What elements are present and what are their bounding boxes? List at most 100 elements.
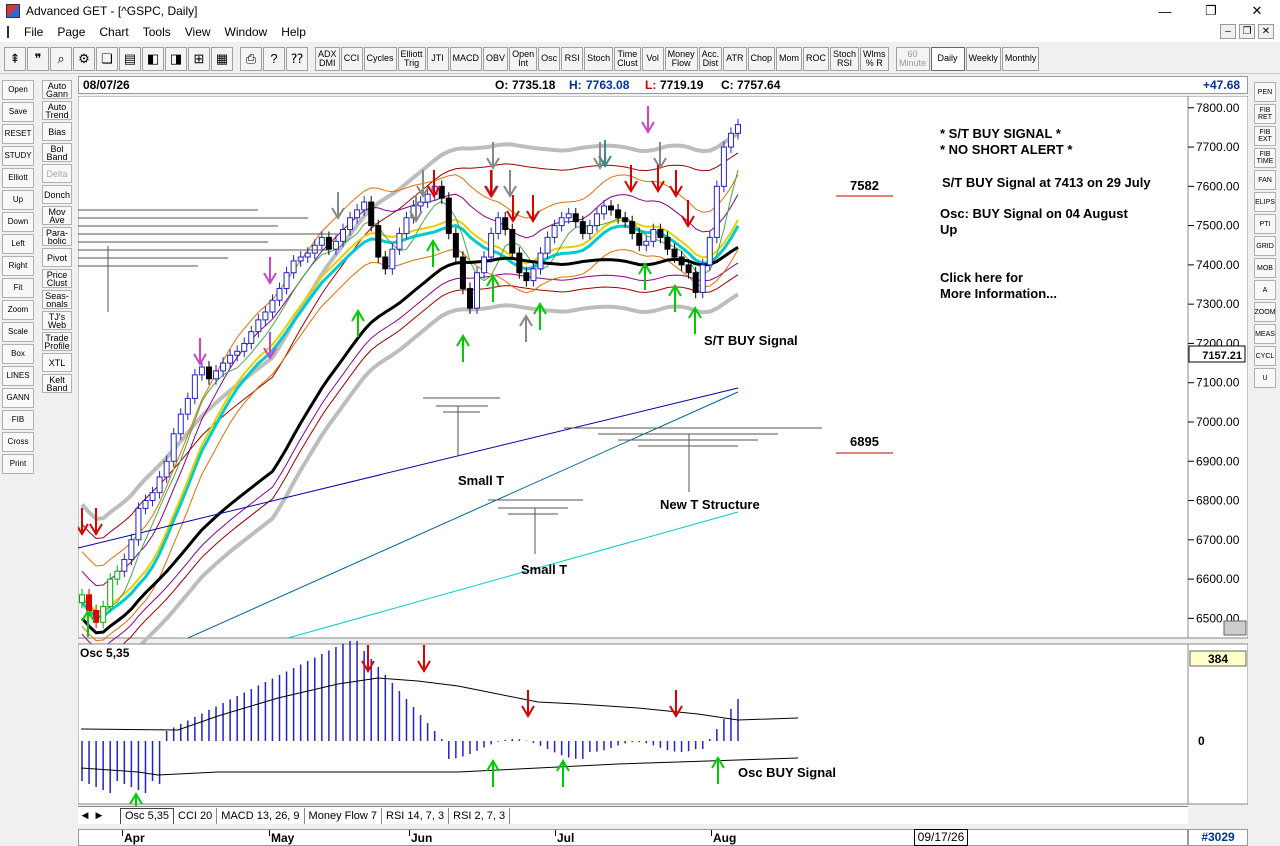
toolbar-study-3[interactable]: Elliott Trig [397,46,426,71]
forward-icon[interactable]: ◨ [165,46,187,71]
toolbar-study-13[interactable]: Money Flow [664,46,698,71]
timeframe-0[interactable]: 60 Minute [895,46,930,71]
right-tool-13[interactable]: U [1254,368,1276,388]
timeframe-2[interactable]: Weekly [965,46,1001,71]
menu-tools[interactable]: Tools [136,25,178,39]
study-button-10[interactable]: Seas- onals [42,290,72,309]
study-button-4[interactable]: Delta [42,164,72,183]
toolbar-study-4[interactable]: JTI [426,46,449,71]
study-button-8[interactable]: Pivot [42,248,72,267]
left-tool-5[interactable]: Up [2,190,34,210]
study-button-7[interactable]: Para- bolic [42,227,72,246]
menu-window[interactable]: Window [218,25,275,39]
toolbar-study-1[interactable]: CCI [340,46,363,71]
axis-scale-icon[interactable] [1223,620,1247,636]
right-tool-4[interactable]: FAN [1254,170,1276,190]
copy-icon[interactable]: ❏ [96,46,118,71]
study-button-6[interactable]: Mov Ave [42,206,72,225]
settings-icon[interactable]: ⚙ [73,46,95,71]
toolbar-study-7[interactable]: Open Int [509,46,538,71]
print-icon[interactable]: ⎙ [240,46,262,71]
left-tool-12[interactable]: Box [2,344,34,364]
chart-icon[interactable]: ▦ [211,46,233,71]
right-tool-5[interactable]: ELIPS [1254,192,1276,212]
left-tool-13[interactable]: LINES [2,366,34,386]
toolbar-study-0[interactable]: ADX DMI [315,46,340,71]
right-tool-6[interactable]: PTI [1254,214,1276,234]
menu-file[interactable]: File [0,25,50,39]
left-tool-14[interactable]: GANN [2,388,34,408]
toolbar-study-10[interactable]: Stoch [584,46,614,71]
toolbar-study-9[interactable]: RSI [561,46,584,71]
toolbar-study-20[interactable]: Wlms % R [860,46,889,71]
left-tool-4[interactable]: Elliott [2,168,34,188]
left-tool-3[interactable]: STUDY [2,146,34,166]
close-button[interactable]: ✕ [1234,0,1280,22]
right-tool-0[interactable]: PEN [1254,82,1276,102]
study-button-0[interactable]: Auto Gann [42,80,72,99]
mdi-close-button[interactable]: ✕ [1258,24,1274,39]
right-tool-1[interactable]: FIB RET [1254,104,1276,124]
more-info-link-2[interactable]: More Information... [940,286,1057,301]
menu-view[interactable]: View [178,25,218,39]
study-button-9[interactable]: Price Clust [42,269,72,288]
restore-button[interactable]: ❐ [1188,0,1234,22]
right-tool-12[interactable]: CYCL [1254,346,1276,366]
timeframe-3[interactable]: Monthly [1001,46,1040,71]
tab-scroll-left[interactable]: ◀ [78,810,92,821]
left-tool-9[interactable]: Fit [2,278,34,298]
tab-cci[interactable]: CCI 20 [174,807,218,824]
tab-osc[interactable]: Osc 5,35 [120,807,175,824]
toolbar-study-16[interactable]: Chop [747,46,776,71]
right-tool-8[interactable]: MOB [1254,258,1276,278]
toolbar-study-6[interactable]: OBV [483,46,509,71]
mdi-restore-button[interactable]: ❐ [1239,24,1255,39]
toolbar-study-17[interactable]: Mom [776,46,803,71]
menu-help[interactable]: Help [274,25,313,39]
study-button-3[interactable]: Bol Band [42,143,72,162]
right-tool-3[interactable]: FIB TIME [1254,148,1276,168]
left-tool-6[interactable]: Down [2,212,34,232]
toolbar-study-19[interactable]: Stoch RSI [830,46,860,71]
right-tool-10[interactable]: ZOOM [1254,302,1276,322]
toolbar-study-11[interactable]: Time Clust [614,46,641,71]
left-tool-7[interactable]: Left [2,234,34,254]
context-help-icon[interactable]: ⁇ [286,46,308,71]
minimize-button[interactable]: — [1142,0,1188,22]
study-button-5[interactable]: Donch [42,185,72,204]
left-tool-10[interactable]: Zoom [2,300,34,320]
toolbar-study-8[interactable]: Osc [538,46,561,71]
mdi-minimize-button[interactable]: – [1220,24,1236,39]
link-icon[interactable]: ⊞ [188,46,210,71]
study-button-12[interactable]: Trade Profile [42,332,72,351]
tab-scroll-right[interactable]: ▶ [92,810,106,821]
left-tool-1[interactable]: Save [2,102,34,122]
help-icon[interactable]: ? [263,46,285,71]
chart-svg[interactable]: 7800.00 7700.00 7600.00 7500.00 7400.00 7300.… [75,95,1249,831]
left-tool-8[interactable]: Right [2,256,34,276]
tab-money-flow[interactable]: Money Flow 7 [305,807,383,824]
tab-rsi-2[interactable]: RSI 2, 7, 3 [449,807,511,824]
back-icon[interactable]: ◧ [142,46,164,71]
study-button-13[interactable]: XTL [42,353,72,372]
tab-rsi-14[interactable]: RSI 14, 7, 3 [382,807,450,824]
toolbar-study-14[interactable]: Acc. Dist [698,46,723,71]
toolbar-study-18[interactable]: ROC [803,46,830,71]
right-tool-2[interactable]: FIB EXT [1254,126,1276,146]
quote-icon[interactable]: ❞ [27,46,49,71]
study-button-11[interactable]: TJ's Web [42,311,72,330]
toolbar-study-12[interactable]: Vol [641,46,664,71]
left-tool-11[interactable]: Scale [2,322,34,342]
toolbar-study-2[interactable]: Cycles [363,46,397,71]
pin-icon[interactable]: ⇞ [4,46,26,71]
more-info-link-1[interactable]: Click here for [940,270,1023,285]
left-tool-0[interactable]: Open [2,80,34,100]
tab-macd[interactable]: MACD 13, 26, 9 [217,807,305,824]
left-tool-15[interactable]: FIB [2,410,34,430]
magnify-icon[interactable]: ⌕ [50,46,72,71]
new-page-icon[interactable]: ▤ [119,46,141,71]
study-button-14[interactable]: Kelt Band [42,374,72,393]
study-button-1[interactable]: Auto Trend [42,101,72,120]
right-tool-7[interactable]: GRID [1254,236,1276,256]
right-tool-9[interactable]: A [1254,280,1276,300]
